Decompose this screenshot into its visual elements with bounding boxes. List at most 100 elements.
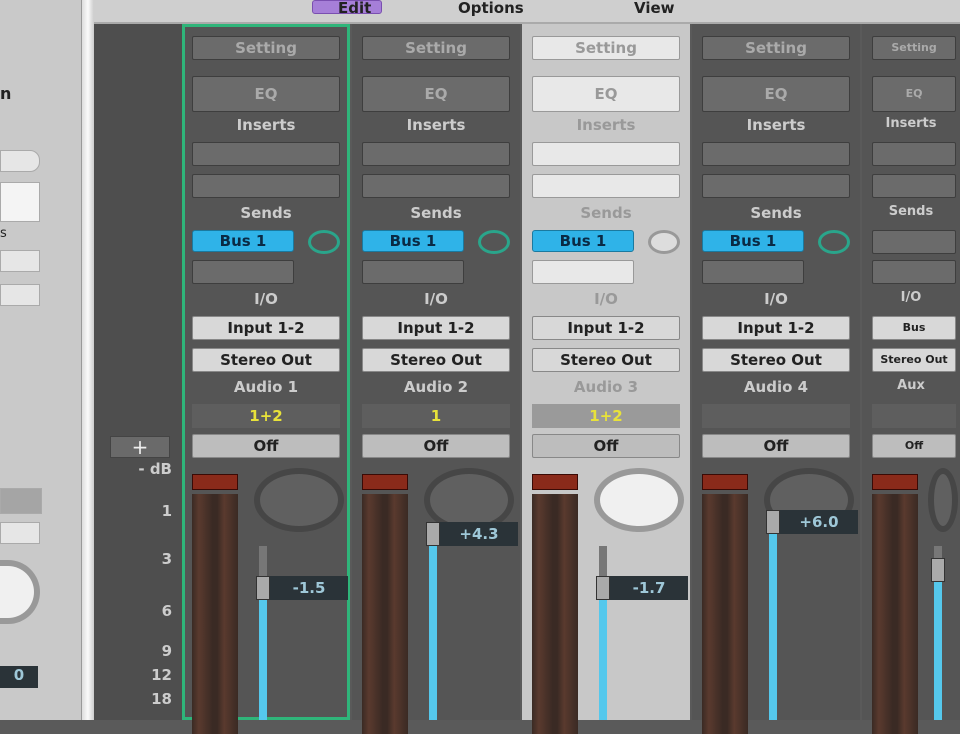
group-slot[interactable]: [872, 404, 956, 428]
scale-tick: 6: [161, 602, 172, 620]
track-name[interactable]: Audio 4: [692, 378, 860, 396]
input-button[interactable]: Bus: [872, 316, 956, 340]
send-slot[interactable]: [702, 260, 804, 284]
input-button[interactable]: Input 1-2: [532, 316, 680, 340]
eq-button[interactable]: EQ: [362, 76, 510, 112]
sends-label: Sends: [888, 204, 934, 219]
left-field[interactable]: [0, 182, 40, 222]
volume-fader[interactable]: [931, 558, 945, 582]
track-name[interactable]: Audio 3: [522, 378, 690, 396]
automation-mode-button[interactable]: Off: [532, 434, 680, 458]
automation-mode-button[interactable]: Off: [872, 434, 956, 458]
send-bus-button[interactable]: Bus 1: [702, 230, 804, 252]
left-button[interactable]: [0, 522, 40, 544]
output-button[interactable]: Stereo Out: [872, 348, 956, 372]
setting-button[interactable]: Setting: [192, 36, 340, 60]
send-bus-button[interactable]: Bus 1: [192, 230, 294, 252]
channel-strip[interactable]: Setting EQ Inserts Sends Bus 1 I/O Input…: [352, 24, 520, 734]
setting-button[interactable]: Setting: [532, 36, 680, 60]
send-slot[interactable]: [872, 260, 956, 284]
insert-slot[interactable]: [362, 142, 510, 166]
setting-button[interactable]: Setting: [362, 36, 510, 60]
setting-button[interactable]: Setting: [702, 36, 850, 60]
group-slot[interactable]: 1+2: [192, 404, 340, 428]
level-meter: [192, 494, 238, 734]
volume-fader[interactable]: [426, 522, 440, 546]
send-level-knob[interactable]: [478, 230, 510, 254]
insert-slot[interactable]: [872, 142, 956, 166]
eq-button[interactable]: EQ: [872, 76, 956, 112]
io-label: I/O: [764, 290, 788, 308]
peak-indicator[interactable]: [872, 474, 918, 490]
fader-track[interactable]: [934, 546, 942, 558]
insert-slot[interactable]: [192, 174, 340, 198]
volume-value: +4.3: [440, 522, 518, 546]
left-button[interactable]: [0, 250, 40, 272]
send-level-knob[interactable]: [648, 230, 680, 254]
level-meter: [702, 494, 748, 734]
group-slot[interactable]: 1+2: [532, 404, 680, 428]
left-label: s: [0, 226, 7, 241]
send-bus-button[interactable]: Bus 1: [532, 230, 634, 252]
channel-strip[interactable]: Setting EQ Inserts Sends I/O Bus Stereo …: [862, 24, 960, 734]
insert-slot[interactable]: [362, 174, 510, 198]
pan-knob[interactable]: [594, 468, 684, 532]
channel-strip[interactable]: Setting EQ Inserts Sends Bus 1 I/O Input…: [522, 24, 690, 734]
track-name[interactable]: Aux: [862, 378, 960, 393]
channel-strip[interactable]: Setting EQ Inserts Sends Bus 1 I/O Input…: [182, 24, 350, 734]
peak-indicator[interactable]: [192, 474, 238, 490]
channel-strip[interactable]: Setting EQ Inserts Sends Bus 1 I/O Input…: [692, 24, 860, 734]
input-button[interactable]: Input 1-2: [192, 316, 340, 340]
options-menu[interactable]: Options: [458, 0, 524, 16]
insert-slot[interactable]: [532, 142, 680, 166]
fader-track[interactable]: [259, 546, 267, 576]
left-button[interactable]: [0, 284, 40, 306]
view-menu[interactable]: View: [634, 0, 675, 16]
peak-indicator[interactable]: [532, 474, 578, 490]
volume-fader[interactable]: [596, 576, 610, 600]
send-slot[interactable]: [872, 230, 956, 254]
left-control[interactable]: [0, 150, 40, 172]
peak-indicator[interactable]: [702, 474, 748, 490]
send-slot[interactable]: [362, 260, 464, 284]
track-name[interactable]: Audio 2: [352, 378, 520, 396]
pan-knob[interactable]: [254, 468, 344, 532]
automation-mode-button[interactable]: Off: [362, 434, 510, 458]
send-level-knob[interactable]: [308, 230, 340, 254]
insert-slot[interactable]: [702, 142, 850, 166]
output-button[interactable]: Stereo Out: [532, 348, 680, 372]
pan-knob[interactable]: [928, 468, 958, 532]
volume-fader[interactable]: [256, 576, 270, 600]
output-button[interactable]: Stereo Out: [192, 348, 340, 372]
track-name[interactable]: Audio 1: [182, 378, 350, 396]
add-channel-button[interactable]: +: [110, 436, 170, 458]
setting-button[interactable]: Setting: [872, 36, 956, 60]
automation-mode-button[interactable]: Off: [192, 434, 340, 458]
left-pan-knob[interactable]: [0, 560, 40, 624]
volume-fader[interactable]: [766, 510, 780, 534]
send-level-knob[interactable]: [818, 230, 850, 254]
insert-slot[interactable]: [702, 174, 850, 198]
automation-mode-button[interactable]: Off: [702, 434, 850, 458]
peak-indicator[interactable]: [362, 474, 408, 490]
send-slot[interactable]: [192, 260, 294, 284]
edit-menu[interactable]: Edit: [338, 0, 371, 16]
output-button[interactable]: Stereo Out: [702, 348, 850, 372]
io-label: I/O: [900, 290, 922, 305]
scale-tick: - dB: [138, 460, 172, 478]
input-button[interactable]: Input 1-2: [702, 316, 850, 340]
insert-slot[interactable]: [192, 142, 340, 166]
fader-track[interactable]: [599, 546, 607, 576]
group-slot[interactable]: 1: [362, 404, 510, 428]
send-slot[interactable]: [532, 260, 634, 284]
panel-divider[interactable]: [82, 0, 94, 720]
insert-slot[interactable]: [872, 174, 956, 198]
input-button[interactable]: Input 1-2: [362, 316, 510, 340]
send-bus-button[interactable]: Bus 1: [362, 230, 464, 252]
eq-button[interactable]: EQ: [702, 76, 850, 112]
eq-button[interactable]: EQ: [192, 76, 340, 112]
eq-button[interactable]: EQ: [532, 76, 680, 112]
insert-slot[interactable]: [532, 174, 680, 198]
output-button[interactable]: Stereo Out: [362, 348, 510, 372]
group-slot[interactable]: [702, 404, 850, 428]
